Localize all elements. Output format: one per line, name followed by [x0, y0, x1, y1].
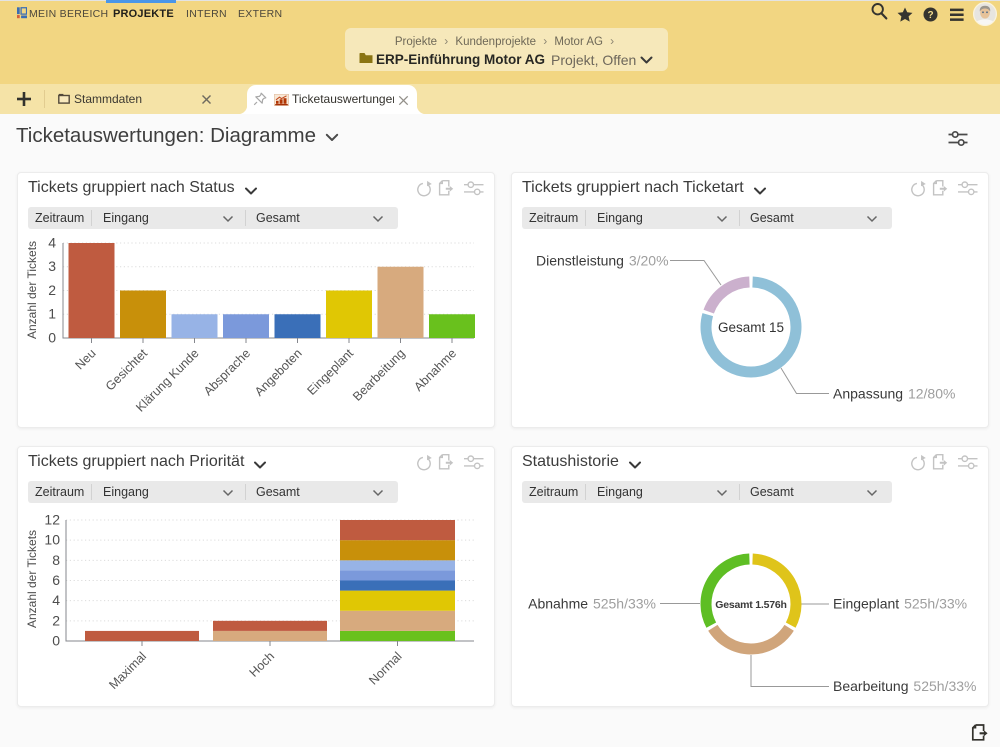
svg-text:Hoch: Hoch: [247, 649, 278, 680]
svg-text:Abnahme 525h/33%: Abnahme 525h/33%: [528, 596, 656, 612]
svg-text:4: 4: [48, 235, 56, 251]
svg-text:Anzahl der Tickets: Anzahl der Tickets: [25, 530, 39, 628]
svg-text:Gesamt 1.576h: Gesamt 1.576h: [715, 599, 787, 611]
svg-text:3: 3: [48, 258, 56, 274]
svg-text:Neu: Neu: [73, 346, 99, 372]
svg-text:Normal: Normal: [366, 649, 404, 687]
svg-text:?: ?: [927, 10, 933, 21]
svg-text:6: 6: [52, 572, 60, 588]
svg-text:Eingeplant 525h/33%: Eingeplant 525h/33%: [833, 596, 967, 612]
svg-text:1: 1: [48, 306, 56, 322]
svg-text:0: 0: [48, 330, 56, 346]
svg-text:Angeboten: Angeboten: [252, 346, 305, 399]
svg-text:Anpassung 12/80%: Anpassung 12/80%: [833, 386, 955, 402]
svg-text:Anzahl der Tickets: Anzahl der Tickets: [25, 241, 39, 339]
svg-text:Bearbeitung 525h/33%: Bearbeitung 525h/33%: [833, 678, 976, 694]
svg-text:Eingeplant: Eingeplant: [304, 346, 356, 398]
svg-text:2: 2: [52, 612, 60, 628]
svg-text:Bearbeitung: Bearbeitung: [350, 346, 408, 404]
svg-text:2: 2: [48, 282, 56, 298]
svg-text:8: 8: [52, 552, 60, 568]
svg-text:Gesichtet: Gesichtet: [103, 346, 151, 394]
svg-text:12: 12: [44, 512, 60, 528]
svg-text:Dienstleistung 3/20%: Dienstleistung 3/20%: [536, 253, 669, 269]
svg-text:Maximal: Maximal: [106, 649, 149, 692]
svg-text:Abnahme: Abnahme: [411, 346, 459, 394]
svg-text:0: 0: [52, 633, 60, 649]
svg-text:10: 10: [44, 532, 60, 548]
svg-text:Gesamt 15: Gesamt 15: [718, 320, 784, 335]
svg-text:Absprache: Absprache: [201, 346, 253, 398]
svg-text:4: 4: [52, 592, 60, 608]
